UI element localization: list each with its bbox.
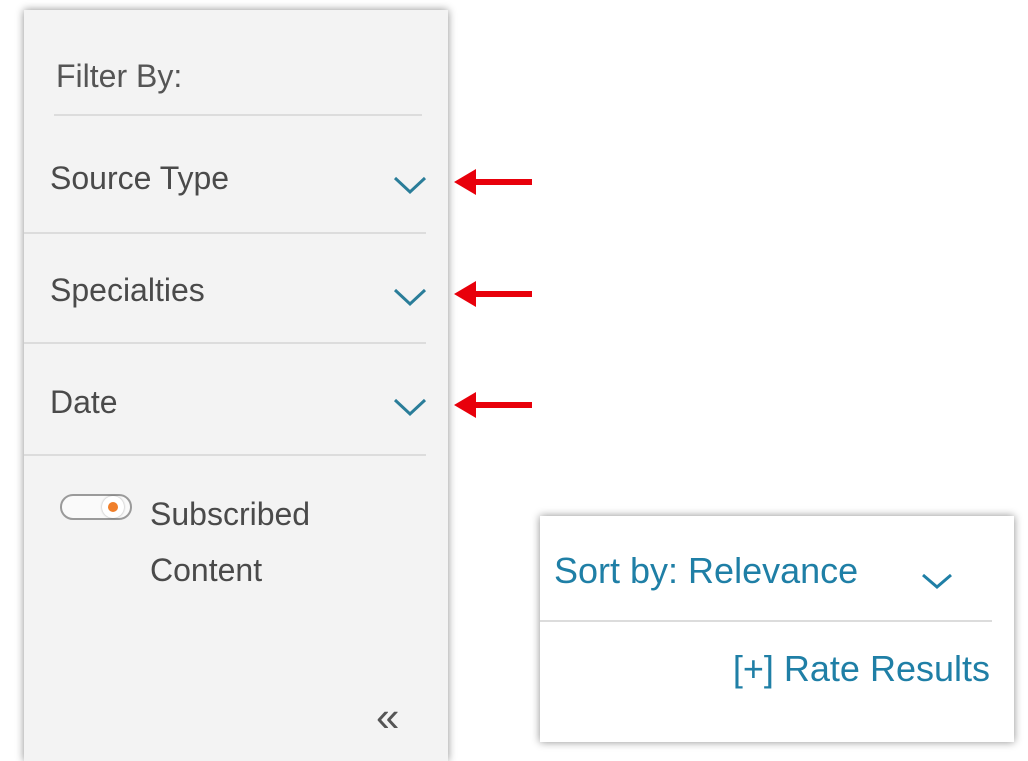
toggle-knob [102,496,124,518]
toggle-label-line: Subscribed [150,496,311,532]
arrow-left-icon [454,392,532,418]
sort-panel: Sort by: Relevance [+] Rate Results [540,516,1014,742]
filter-label: Source Type [50,160,230,196]
rate-results-link[interactable]: [+] Rate Results [733,648,990,690]
chevron-down-icon[interactable] [392,396,428,418]
chevron-down-icon[interactable] [920,572,954,590]
sort-by-dropdown[interactable]: Sort by: Relevance [554,550,858,592]
divider [24,342,426,344]
double-chevron-left-icon[interactable]: « [376,696,399,738]
arrow-left-icon [454,169,532,195]
divider [24,232,426,234]
filter-label: Date [50,384,118,420]
chevron-down-icon[interactable] [392,174,428,196]
subscribed-content-label: Subscribed Content [150,486,380,598]
filter-specialties[interactable]: Specialties [24,242,448,342]
filter-date[interactable]: Date [24,352,448,452]
divider [24,454,426,456]
filter-label: Specialties [50,272,205,308]
chevron-down-icon[interactable] [392,286,428,308]
divider [540,620,992,622]
arrow-left-icon [454,281,532,307]
toggle-label-line: Content [150,552,263,588]
filter-panel: Filter By: Source Type Specialties Date … [24,10,448,761]
filter-source-type[interactable]: Source Type [24,128,448,228]
divider [54,114,422,116]
filter-by-heading: Filter By: [56,58,183,94]
